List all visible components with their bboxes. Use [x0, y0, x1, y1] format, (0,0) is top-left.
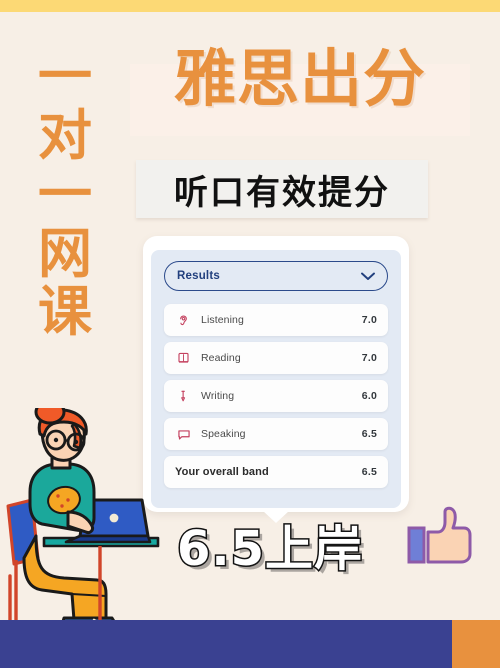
- page-title: 雅思出分: [173, 42, 426, 115]
- floor-accent-block: [452, 620, 500, 668]
- poster-root: 一 对 一 网 课 雅思出分 听口有效提分 Results Listening …: [0, 0, 500, 668]
- score-rows: Listening 7.0 Reading 7.0 Writing 6.0 Sp…: [164, 304, 388, 488]
- vertical-side-text: 一 对 一 网 课: [34, 45, 96, 344]
- floor-band: [0, 620, 500, 668]
- chevron-down-icon[interactable]: [361, 272, 375, 281]
- thumbs-up-icon: [407, 506, 472, 564]
- ear-icon: [175, 312, 192, 329]
- overall-band-score: 6.5: [361, 466, 377, 478]
- vertical-char-3: 一: [38, 162, 92, 226]
- row-score: 6.0: [361, 390, 377, 402]
- vertical-char-4: 网: [38, 221, 92, 285]
- results-dropdown[interactable]: Results: [164, 261, 388, 291]
- results-card-panel: Results Listening 7.0 Reading 7.0 Writin…: [151, 250, 401, 508]
- row-label: Speaking: [201, 428, 246, 440]
- overall-band-row[interactable]: Your overall band 6.5: [164, 456, 388, 488]
- main-heading-group: 雅思出分: [130, 48, 475, 136]
- row-label: Writing: [201, 390, 235, 402]
- pen-icon: [175, 388, 192, 405]
- row-label: Listening: [201, 314, 244, 326]
- results-dropdown-label: Results: [177, 270, 220, 282]
- subtitle-box: 听口有效提分: [136, 160, 428, 218]
- footer-headline: 6.5上岸: [175, 520, 364, 579]
- row-score: 7.0: [361, 352, 377, 364]
- table-row[interactable]: Writing 6.0: [164, 380, 388, 412]
- book-icon: [175, 350, 192, 367]
- table-row[interactable]: Speaking 6.5: [164, 418, 388, 450]
- vertical-char-1: 一: [38, 45, 92, 108]
- vertical-char-5: 课: [38, 280, 92, 344]
- vertical-char-2: 对: [38, 103, 92, 167]
- footer-headline-wrap: 6.5上岸: [140, 516, 400, 579]
- row-score: 6.5: [361, 428, 377, 440]
- page-subtitle: 听口有效提分: [174, 172, 390, 213]
- table-row[interactable]: Reading 7.0: [164, 342, 388, 374]
- row-score: 7.0: [361, 314, 377, 326]
- table-row[interactable]: Listening 7.0: [164, 304, 388, 336]
- top-gold-banner: [0, 0, 500, 12]
- results-card: Results Listening 7.0 Reading 7.0 Writin…: [143, 236, 409, 523]
- overall-band-label: Your overall band: [175, 466, 269, 478]
- row-label: Reading: [201, 352, 241, 364]
